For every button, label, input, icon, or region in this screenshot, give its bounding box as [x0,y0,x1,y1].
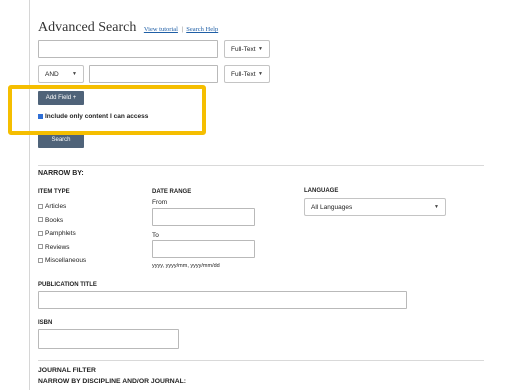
field-select-1-value: Full-Text [231,45,256,53]
isbn-input[interactable] [38,329,179,349]
publication-title-input[interactable] [38,291,407,309]
isbn-label: ISBN [38,320,53,326]
search-input-1[interactable] [38,40,218,58]
date-to-label: To [152,232,159,239]
operator-value: AND [45,70,59,78]
chevron-down-icon: ▼ [434,204,439,210]
page-title: Advanced Search View tutorial | Search H… [38,20,219,35]
field-select-2-value: Full-Text [231,70,256,78]
item-type-miscellaneous[interactable]: Miscellaneous [38,254,86,268]
view-tutorial-link[interactable]: View tutorial [144,26,178,33]
divider [38,360,484,361]
operator-select[interactable]: AND ▼ [38,65,84,83]
language-select-value: All Languages [311,203,353,211]
item-type-list: Articles Books Pamphlets Reviews Miscell… [38,200,86,268]
divider [38,165,484,166]
highlight-annotation [8,85,206,135]
narrow-by-heading: NARROW BY: [38,170,84,177]
language-heading: LANGUAGE [304,188,339,194]
date-to-input[interactable] [152,240,255,258]
date-range-heading: DATE RANGE [152,189,192,195]
chevron-down-icon: ▼ [258,46,263,52]
journal-filter-heading: JOURNAL FILTER [38,367,96,374]
field-select-1[interactable]: Full-Text ▼ [224,40,270,58]
checkbox[interactable] [38,217,43,223]
item-type-heading: ITEM TYPE [38,189,70,195]
item-type-books[interactable]: Books [38,214,86,228]
date-from-label: From [152,199,168,206]
language-select[interactable]: All Languages ▼ [304,198,446,216]
checkbox[interactable] [38,203,43,209]
item-type-reviews[interactable]: Reviews [38,241,86,255]
item-type-pamphlets[interactable]: Pamphlets [38,227,86,241]
chevron-down-icon: ▼ [72,71,77,77]
checkbox[interactable] [38,257,43,263]
item-type-articles[interactable]: Articles [38,200,86,214]
journal-filter-subheading: NARROW BY DISCIPLINE AND/OR JOURNAL: [38,378,187,385]
field-select-2[interactable]: Full-Text ▼ [224,65,270,83]
date-from-input[interactable] [152,208,255,226]
checkbox[interactable] [38,230,43,236]
chevron-down-icon: ▼ [258,71,263,77]
search-input-2[interactable] [89,65,218,83]
publication-title-label: PUBLICATION TITLE [38,282,97,288]
header-separator: | [181,26,183,33]
checkbox[interactable] [38,244,43,250]
search-help-link[interactable]: Search Help [186,26,218,33]
date-format-hint: yyyy, yyyy/mm, yyyy/mm/dd [152,263,220,269]
